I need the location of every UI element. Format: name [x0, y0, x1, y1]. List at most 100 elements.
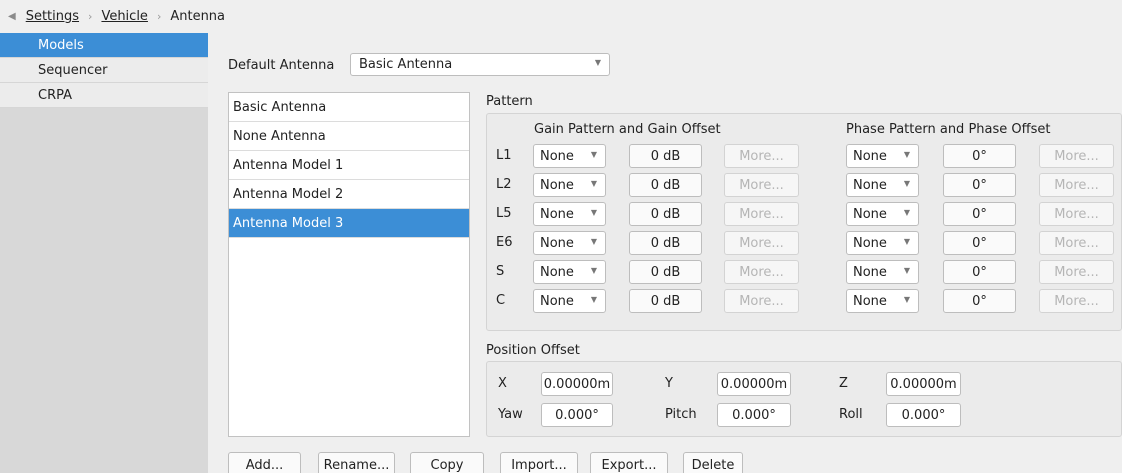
- gain-pattern-value: None: [540, 235, 574, 251]
- band-label: L2: [496, 177, 512, 192]
- yaw-field[interactable]: 0.000°: [541, 403, 613, 427]
- model-item-antenna-model-2[interactable]: Antenna Model 2: [229, 180, 469, 209]
- gain-more-button[interactable]: More...: [724, 231, 799, 255]
- pattern-title: Pattern: [486, 94, 533, 109]
- pitch-label: Pitch: [665, 407, 697, 422]
- phase-pattern-select[interactable]: None ▼: [846, 144, 919, 168]
- gain-offset-field[interactable]: 0 dB: [629, 144, 702, 168]
- model-item-none-antenna[interactable]: None Antenna: [229, 122, 469, 151]
- gain-offset-field[interactable]: 0 dB: [629, 202, 702, 226]
- position-offset-title: Position Offset: [486, 343, 580, 358]
- x-field[interactable]: 0.00000m: [541, 372, 613, 396]
- phase-more-button[interactable]: More...: [1039, 260, 1114, 284]
- gain-more-button[interactable]: More...: [724, 144, 799, 168]
- band-label: L5: [496, 206, 512, 221]
- export-button[interactable]: Export...: [590, 452, 668, 473]
- gain-pattern-value: None: [540, 293, 574, 309]
- gain-more-button[interactable]: More...: [724, 289, 799, 313]
- phase-offset-field[interactable]: 0°: [943, 289, 1016, 313]
- phase-more-button[interactable]: More...: [1039, 289, 1114, 313]
- gain-more-button[interactable]: More...: [724, 173, 799, 197]
- default-antenna-select[interactable]: Basic Antenna ▼: [350, 53, 610, 76]
- back-arrow-icon[interactable]: ◀: [8, 11, 16, 22]
- gain-offset-field[interactable]: 0 dB: [629, 173, 702, 197]
- phase-pattern-select[interactable]: None ▼: [846, 173, 919, 197]
- chevron-down-icon: ▼: [594, 58, 601, 67]
- add-button[interactable]: Add...: [228, 452, 301, 473]
- chevron-down-icon: ▼: [903, 150, 910, 159]
- phase-offset-field[interactable]: 0°: [943, 202, 1016, 226]
- phase-pattern-select[interactable]: None ▼: [846, 289, 919, 313]
- gain-offset-field[interactable]: 0 dB: [629, 231, 702, 255]
- chevron-right-icon: ›: [88, 10, 93, 23]
- phase-offset-field[interactable]: 0°: [943, 260, 1016, 284]
- yaw-label: Yaw: [498, 407, 523, 422]
- phase-offset-field[interactable]: 0°: [943, 144, 1016, 168]
- band-label: C: [496, 293, 506, 308]
- phase-pattern-value: None: [853, 293, 887, 309]
- rename-button[interactable]: Rename...: [318, 452, 395, 473]
- import-button[interactable]: Import...: [500, 452, 578, 473]
- phase-pattern-value: None: [853, 235, 887, 251]
- model-list: Basic Antenna None Antenna Antenna Model…: [228, 92, 470, 437]
- phase-more-button[interactable]: More...: [1039, 202, 1114, 226]
- phase-offset-field[interactable]: 0°: [943, 173, 1016, 197]
- model-item-antenna-model-3[interactable]: Antenna Model 3: [229, 209, 469, 238]
- gain-pattern-select[interactable]: None ▼: [533, 231, 606, 255]
- phase-more-button[interactable]: More...: [1039, 231, 1114, 255]
- sidebar: Models Sequencer CRPA: [0, 33, 208, 473]
- sidebar-item-sequencer[interactable]: Sequencer: [0, 58, 208, 83]
- y-label: Y: [665, 376, 673, 391]
- phase-pattern-title: Phase Pattern and Phase Offset: [846, 122, 1051, 137]
- phase-pattern-value: None: [853, 206, 887, 222]
- gain-more-button[interactable]: More...: [724, 260, 799, 284]
- gain-pattern-select[interactable]: None ▼: [533, 144, 606, 168]
- band-label: S: [496, 264, 505, 279]
- y-field[interactable]: 0.00000m: [717, 372, 791, 396]
- band-row: E6 None ▼ 0 dB More... None ▼ 0° More...: [496, 231, 1122, 255]
- phase-more-button[interactable]: More...: [1039, 144, 1114, 168]
- chevron-down-icon: ▼: [903, 295, 910, 304]
- chevron-down-icon: ▼: [590, 266, 597, 275]
- chevron-down-icon: ▼: [903, 237, 910, 246]
- gain-offset-field[interactable]: 0 dB: [629, 289, 702, 313]
- gain-more-button[interactable]: More...: [724, 202, 799, 226]
- default-antenna-label: Default Antenna: [228, 58, 335, 73]
- gain-pattern-select[interactable]: None ▼: [533, 289, 606, 313]
- phase-offset-field[interactable]: 0°: [943, 231, 1016, 255]
- chevron-down-icon: ▼: [590, 295, 597, 304]
- gain-pattern-select[interactable]: None ▼: [533, 202, 606, 226]
- breadcrumb-settings[interactable]: Settings: [26, 9, 79, 24]
- copy-button[interactable]: Copy: [410, 452, 484, 473]
- gain-offset-field[interactable]: 0 dB: [629, 260, 702, 284]
- gain-pattern-value: None: [540, 177, 574, 193]
- x-label: X: [498, 376, 507, 391]
- sidebar-item-models[interactable]: Models: [0, 33, 208, 58]
- sidebar-item-crpa[interactable]: CRPA: [0, 83, 208, 108]
- gain-pattern-select[interactable]: None ▼: [533, 173, 606, 197]
- gain-pattern-select[interactable]: None ▼: [533, 260, 606, 284]
- phase-pattern-value: None: [853, 264, 887, 280]
- chevron-down-icon: ▼: [590, 150, 597, 159]
- pitch-field[interactable]: 0.000°: [717, 403, 791, 427]
- phase-more-button[interactable]: More...: [1039, 173, 1114, 197]
- model-item-antenna-model-1[interactable]: Antenna Model 1: [229, 151, 469, 180]
- chevron-down-icon: ▼: [903, 208, 910, 217]
- phase-pattern-select[interactable]: None ▼: [846, 231, 919, 255]
- breadcrumb: ◀ Settings › Vehicle › Antenna: [0, 0, 1122, 33]
- band-row: L1 None ▼ 0 dB More... None ▼ 0° More...: [496, 144, 1122, 168]
- roll-field[interactable]: 0.000°: [886, 403, 961, 427]
- chevron-right-icon: ›: [156, 10, 162, 23]
- z-field[interactable]: 0.00000m: [886, 372, 961, 396]
- breadcrumb-vehicle[interactable]: Vehicle: [101, 9, 148, 24]
- band-row: L5 None ▼ 0 dB More... None ▼ 0° More...: [496, 202, 1122, 226]
- band-label: L1: [496, 148, 512, 163]
- gain-pattern-value: None: [540, 148, 574, 164]
- phase-pattern-select[interactable]: None ▼: [846, 202, 919, 226]
- model-item-basic-antenna[interactable]: Basic Antenna: [229, 93, 469, 122]
- phase-pattern-value: None: [853, 148, 887, 164]
- band-label: E6: [496, 235, 513, 250]
- phase-pattern-select[interactable]: None ▼: [846, 260, 919, 284]
- breadcrumb-antenna: Antenna: [170, 9, 226, 24]
- delete-button[interactable]: Delete: [683, 452, 743, 473]
